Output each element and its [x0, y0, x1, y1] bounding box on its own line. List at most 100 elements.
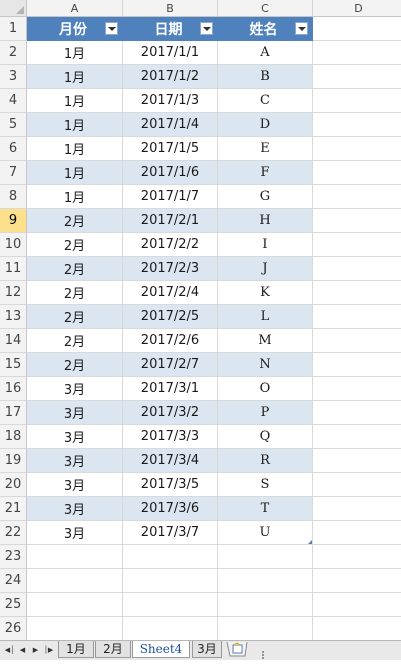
row-header-15[interactable]: 15	[0, 353, 27, 377]
grid-cell[interactable]	[218, 617, 313, 640]
grid-cell[interactable]	[313, 137, 401, 161]
table-cell[interactable]: 2017/1/4	[123, 113, 218, 137]
table-cell[interactable]: 2017/1/2	[123, 65, 218, 89]
grid-cell[interactable]	[313, 233, 401, 257]
grid-cell[interactable]	[218, 593, 313, 617]
table-cell[interactable]: G	[218, 185, 313, 209]
table-cell[interactable]: 3月	[27, 377, 123, 401]
table-cell[interactable]: 1月	[27, 161, 123, 185]
grid-cell[interactable]	[313, 257, 401, 281]
row-header-3[interactable]: 3	[0, 65, 27, 89]
grid-cell[interactable]	[313, 401, 401, 425]
row-header-14[interactable]: 14	[0, 329, 27, 353]
table-cell[interactable]: 2月	[27, 329, 123, 353]
column-header-a[interactable]: A	[27, 0, 123, 17]
grid-cell[interactable]	[313, 353, 401, 377]
column-header-d[interactable]: D	[313, 0, 401, 17]
table-cell[interactable]: O	[218, 377, 313, 401]
filter-dropdown-button[interactable]	[295, 22, 308, 35]
next-sheet-button[interactable]: ▶	[29, 643, 42, 657]
table-cell[interactable]: 1月	[27, 137, 123, 161]
row-header-26[interactable]: 26	[0, 617, 27, 640]
table-cell[interactable]: 3月	[27, 473, 123, 497]
row-header-10[interactable]: 10	[0, 233, 27, 257]
grid-cell[interactable]	[218, 545, 313, 569]
spreadsheet-grid[interactable]: A B C D 1 2 3 4 5 6 7 8 9 10 11 12 13 14 15 16 17 18 19 20 21 22 2…	[0, 0, 401, 640]
table-cell[interactable]: 2017/1/7	[123, 185, 218, 209]
column-header-c[interactable]: C	[218, 0, 313, 17]
grid-cell[interactable]	[218, 569, 313, 593]
grid-cell[interactable]	[313, 377, 401, 401]
table-cell[interactable]: 2月	[27, 257, 123, 281]
row-header-6[interactable]: 6	[0, 137, 27, 161]
row-header-2[interactable]: 2	[0, 41, 27, 65]
table-cell[interactable]: A	[218, 41, 313, 65]
table-cell[interactable]: 2017/2/3	[123, 257, 218, 281]
filter-dropdown-button[interactable]	[200, 22, 213, 35]
table-cell[interactable]: 2017/2/4	[123, 281, 218, 305]
grid-cell[interactable]	[313, 185, 401, 209]
row-header-4[interactable]: 4	[0, 89, 27, 113]
first-sheet-button[interactable]: ◀│	[3, 643, 16, 657]
table-cell[interactable]: H	[218, 209, 313, 233]
table-cell[interactable]: 1月	[27, 41, 123, 65]
grid-cell[interactable]	[313, 329, 401, 353]
table-cell[interactable]: 3月	[27, 449, 123, 473]
table-cell[interactable]: 3月	[27, 521, 123, 545]
row-header-21[interactable]: 21	[0, 497, 27, 521]
grid-cell[interactable]	[313, 113, 401, 137]
table-cell[interactable]: L	[218, 305, 313, 329]
row-header-22[interactable]: 22	[0, 521, 27, 545]
table-cell[interactable]: 2017/1/5	[123, 137, 218, 161]
table-cell[interactable]: 2月	[27, 305, 123, 329]
table-cell[interactable]: 2017/3/5	[123, 473, 218, 497]
table-cell[interactable]: 2017/3/3	[123, 425, 218, 449]
grid-cell[interactable]	[313, 209, 401, 233]
table-cell[interactable]: 2月	[27, 209, 123, 233]
grid-cell[interactable]	[27, 545, 123, 569]
previous-sheet-button[interactable]: ◀	[16, 643, 29, 657]
table-cell[interactable]: 2017/2/5	[123, 305, 218, 329]
grid-cell[interactable]	[313, 425, 401, 449]
table-cell[interactable]: F	[218, 161, 313, 185]
new-sheet-button[interactable]	[226, 641, 248, 657]
table-cell[interactable]: 2017/3/6	[123, 497, 218, 521]
row-header-13[interactable]: 13	[0, 305, 27, 329]
table-cell[interactable]: 2月	[27, 281, 123, 305]
grid-cell[interactable]	[313, 497, 401, 521]
row-header-20[interactable]: 20	[0, 473, 27, 497]
table-cell[interactable]: 2017/3/1	[123, 377, 218, 401]
grid-cell[interactable]	[313, 521, 401, 545]
row-header-25[interactable]: 25	[0, 593, 27, 617]
grid-cell[interactable]	[313, 617, 401, 640]
table-cell[interactable]: 2017/2/7	[123, 353, 218, 377]
filter-dropdown-button[interactable]	[105, 22, 118, 35]
row-header-5[interactable]: 5	[0, 113, 27, 137]
table-cell[interactable]: R	[218, 449, 313, 473]
table-cell[interactable]: K	[218, 281, 313, 305]
row-header-11[interactable]: 11	[0, 257, 27, 281]
row-header-7[interactable]: 7	[0, 161, 27, 185]
table-cell[interactable]: 2017/2/6	[123, 329, 218, 353]
table-cell[interactable]: 2017/2/1	[123, 209, 218, 233]
grid-cell[interactable]	[27, 569, 123, 593]
table-cell[interactable]: C	[218, 89, 313, 113]
row-header-23[interactable]: 23	[0, 545, 27, 569]
table-cell[interactable]: S	[218, 473, 313, 497]
grid-cell[interactable]	[123, 593, 218, 617]
table-cell[interactable]: 2017/3/2	[123, 401, 218, 425]
grid-cell[interactable]	[313, 569, 401, 593]
grid-cell[interactable]	[313, 17, 401, 41]
table-cell[interactable]: N	[218, 353, 313, 377]
grid-cell[interactable]	[313, 545, 401, 569]
row-header-19[interactable]: 19	[0, 449, 27, 473]
grid-cell[interactable]	[313, 281, 401, 305]
table-cell[interactable]: Q	[218, 425, 313, 449]
table-cell[interactable]: 2月	[27, 353, 123, 377]
grid-cell[interactable]	[123, 569, 218, 593]
grid-cell[interactable]	[313, 473, 401, 497]
last-sheet-button[interactable]: │▶	[42, 643, 55, 657]
row-header-1[interactable]: 1	[0, 17, 27, 41]
row-header-18[interactable]: 18	[0, 425, 27, 449]
table-cell[interactable]: 2月	[27, 233, 123, 257]
